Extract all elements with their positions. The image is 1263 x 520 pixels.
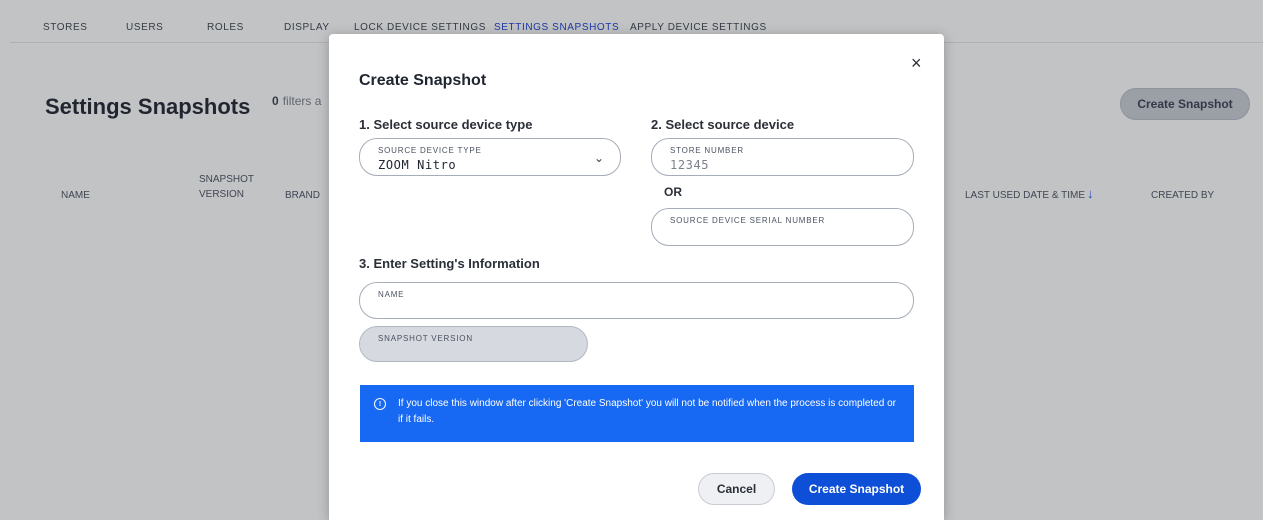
serial-number-label: SOURCE DEVICE SERIAL NUMBER xyxy=(670,216,826,225)
step1-heading: 1. Select source device type xyxy=(359,117,533,132)
snapshot-version-label: SNAPSHOT VERSION xyxy=(378,334,473,343)
info-icon: ! xyxy=(374,398,386,410)
snapshot-version-field: SNAPSHOT VERSION xyxy=(359,326,588,362)
name-input[interactable] xyxy=(378,303,821,317)
modal-title: Create Snapshot xyxy=(359,72,487,89)
source-device-type-select[interactable]: SOURCE DEVICE TYPE ZOOM Nitro ⌄ xyxy=(359,138,621,176)
cancel-button[interactable]: Cancel xyxy=(698,473,775,505)
create-snapshot-modal: × Create Snapshot 1. Select source devic… xyxy=(329,34,944,520)
close-icon[interactable]: × xyxy=(911,53,922,74)
or-separator: OR xyxy=(664,185,682,199)
store-number-placeholder: 12345 xyxy=(670,158,710,172)
step3-heading: 3. Enter Setting's Information xyxy=(359,256,540,271)
store-number-label: STORE NUMBER xyxy=(670,146,744,155)
name-field[interactable]: NAME xyxy=(359,282,914,319)
store-number-field[interactable]: STORE NUMBER 12345 xyxy=(651,138,914,176)
step2-heading: 2. Select source device xyxy=(651,117,795,132)
chevron-down-icon: ⌄ xyxy=(593,151,604,165)
name-label: NAME xyxy=(378,290,405,299)
source-device-type-value: ZOOM Nitro xyxy=(378,158,457,172)
create-snapshot-button[interactable]: Create Snapshot xyxy=(792,473,921,505)
serial-number-field[interactable]: SOURCE DEVICE SERIAL NUMBER xyxy=(651,208,914,246)
info-text: If you close this window after clicking … xyxy=(398,398,896,425)
serial-number-input[interactable] xyxy=(670,229,879,243)
info-banner: ! If you close this window after clickin… xyxy=(360,385,914,442)
source-device-type-label: SOURCE DEVICE TYPE xyxy=(378,146,482,155)
